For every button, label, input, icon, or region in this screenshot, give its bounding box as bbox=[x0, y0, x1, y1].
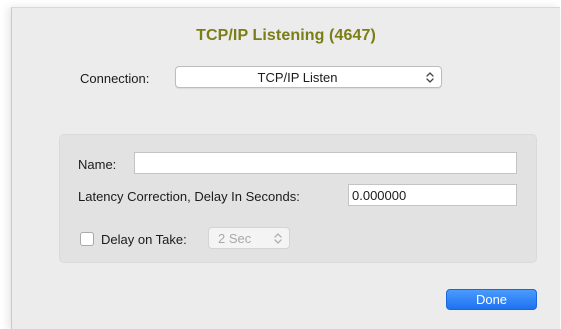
connection-popup[interactable]: TCP/IP Listen bbox=[175, 66, 442, 88]
delay-on-take-selected-value: 2 Sec bbox=[218, 231, 252, 246]
delay-on-take-checkbox[interactable] bbox=[80, 232, 94, 246]
done-button[interactable]: Done bbox=[446, 289, 537, 310]
chevron-up-down-icon bbox=[274, 233, 282, 244]
delay-on-take-label: Delay on Take: bbox=[101, 232, 187, 247]
dialog-title: TCP/IP Listening (4647) bbox=[196, 27, 376, 44]
screen: TCP/IP Listening (4647) Connection: TCP/… bbox=[0, 0, 561, 329]
latency-input[interactable] bbox=[348, 184, 517, 206]
chevron-up-down-icon bbox=[426, 72, 434, 83]
settings-dialog: TCP/IP Listening (4647) Connection: TCP/… bbox=[11, 7, 560, 329]
connection-selected-value: TCP/IP Listen bbox=[257, 70, 338, 85]
delay-on-take-popup[interactable]: 2 Sec bbox=[208, 227, 290, 249]
name-label: Name: bbox=[78, 157, 117, 172]
latency-label: Latency Correction, Delay In Seconds: bbox=[78, 189, 300, 204]
connection-label: Connection: bbox=[80, 71, 150, 86]
name-input[interactable] bbox=[134, 152, 517, 174]
